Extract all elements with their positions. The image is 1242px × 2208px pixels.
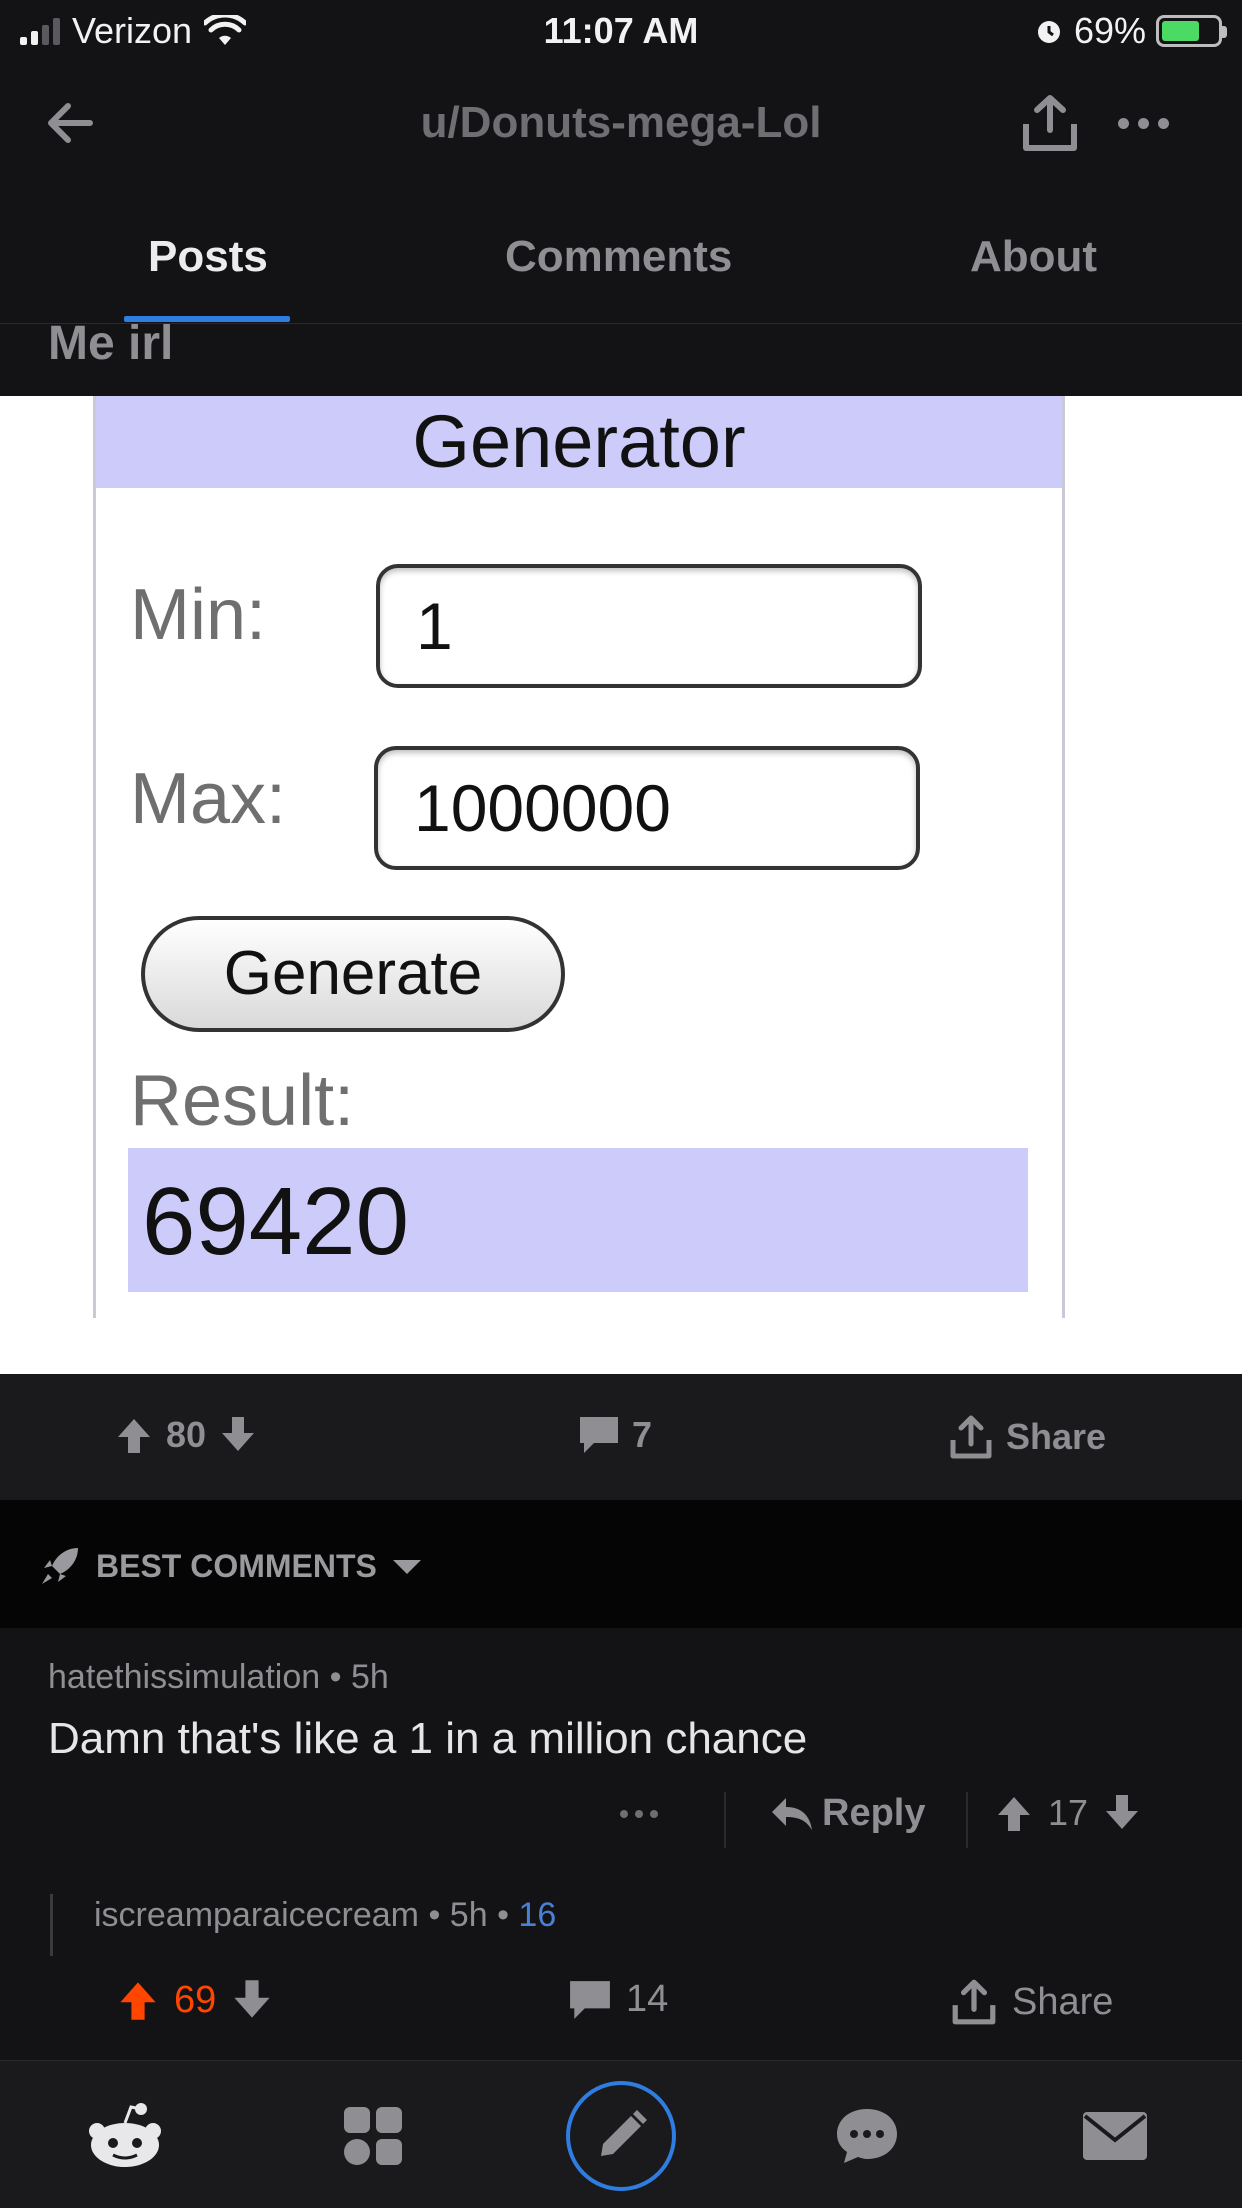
comment-actions: Reply 17 [620,1782,1220,1852]
bottom-tab-bar [0,2060,1242,2208]
post-vote-group: 80 [114,1414,258,1456]
comment-age: 5h [350,1658,389,1696]
reply-arrow-icon [772,1797,812,1830]
reply-button[interactable]: Reply [770,1792,925,1835]
grid-icon [344,2107,402,2165]
more-options-icon[interactable] [1118,118,1169,129]
comment-vote-group: 17 [994,1792,1142,1834]
rocket-icon [42,1548,78,1584]
comment-meta: hatethissimulation • 5h [48,1658,389,1696]
create-post-button[interactable] [566,2081,676,2191]
generator-panel: Generator Min: 1 Max: 1000000 Generate R… [93,396,1065,1318]
share-button[interactable]: Share [948,1414,1106,1460]
alarm-icon [1037,21,1060,43]
bottom-comment-icon [570,1980,610,2019]
generator-heading: Generator [96,396,1062,488]
post-title-bar: Me irl [0,324,1242,396]
profile-tabs: Posts Comments About [0,188,1242,324]
mail-icon [1083,2112,1147,2160]
tab-chat[interactable] [822,2091,912,2181]
reddit-snoo-icon [89,2103,161,2167]
generate-button: Generate [141,916,565,1032]
status-right: 69% [1034,10,1227,52]
comment-author[interactable]: hatethissimulation [48,1658,320,1696]
comments-sort-bar: BEST COMMENTS [0,1500,1242,1628]
status-bar: Verizon 11:07 AM 69% [0,0,1242,62]
max-label: Max: [130,759,287,839]
share-upload-icon[interactable] [1020,92,1080,154]
result-label: Result: [130,1061,355,1141]
reply-author[interactable]: iscreamparaicecream [94,1896,419,1934]
share-icon [950,1415,992,1459]
min-label: Min: [130,575,267,655]
comments-button[interactable]: 7 [578,1414,652,1456]
comment-bubble-icon [580,1417,618,1453]
tab-inbox[interactable] [1070,2091,1160,2181]
bottom-comments-button[interactable]: 14 [568,1978,668,2021]
bottom-downvote-icon[interactable] [230,1978,274,2022]
caret-down-icon [392,1560,421,1574]
battery-icon [1156,15,1227,47]
post-action-bar: 80 7 Share [0,1374,1242,1500]
bottom-share-button[interactable]: Share [950,1978,1113,2026]
comment-score: 17 [1048,1792,1089,1833]
post-title[interactable]: Me irl [48,324,173,371]
tab-discover[interactable] [328,2091,418,2181]
share-label: Share [1006,1416,1107,1457]
bottom-share-label: Share [1012,1980,1114,2023]
active-tab-indicator [124,316,290,322]
upvote-icon[interactable] [114,1415,154,1455]
app-header: u/Donuts-mega-Lol [0,62,1242,188]
comment-sort-dropdown[interactable]: BEST COMMENTS [38,1544,423,1588]
sort-label: BEST COMMENTS [96,1547,377,1584]
comment-downvote-icon[interactable] [1102,1793,1142,1833]
reply-label: Reply [822,1792,926,1834]
battery-percent: 69% [1073,10,1146,51]
downvote-icon[interactable] [218,1415,258,1455]
pencil-icon [601,2110,647,2156]
min-field: 1 [376,564,922,688]
bottom-share-icon [952,1979,996,2025]
bottom-comment-count: 14 [626,1978,669,2020]
chat-bubble-icon [837,2109,897,2163]
reply-meta: iscreamparaicecream • 5h • 16 [94,1896,557,1934]
tab-comments[interactable]: Comments [505,232,732,282]
upvoted-icon[interactable] [116,1978,160,2022]
tab-about[interactable]: About [970,232,1097,282]
bottom-action-bar: 69 14 Share [0,1956,1242,2060]
bottom-score: 69 [174,1978,217,2021]
tab-home[interactable] [80,2091,170,2181]
reply-score: 16 [518,1896,557,1934]
post-comment-count: 7 [632,1414,653,1455]
post-image[interactable]: Generator Min: 1 Max: 1000000 Generate R… [0,396,1242,1374]
comment-more-icon[interactable] [620,1810,658,1818]
comment-body: Damn that's like a 1 in a million chance [48,1714,808,1763]
result-value: 69420 [128,1148,1028,1292]
post-score: 80 [166,1414,207,1455]
reply-age: 5h [449,1896,488,1934]
tab-posts[interactable]: Posts [148,232,268,282]
bottom-vote-group: 69 [116,1978,274,2022]
comment-upvote-icon[interactable] [994,1793,1034,1833]
max-field: 1000000 [374,746,920,870]
